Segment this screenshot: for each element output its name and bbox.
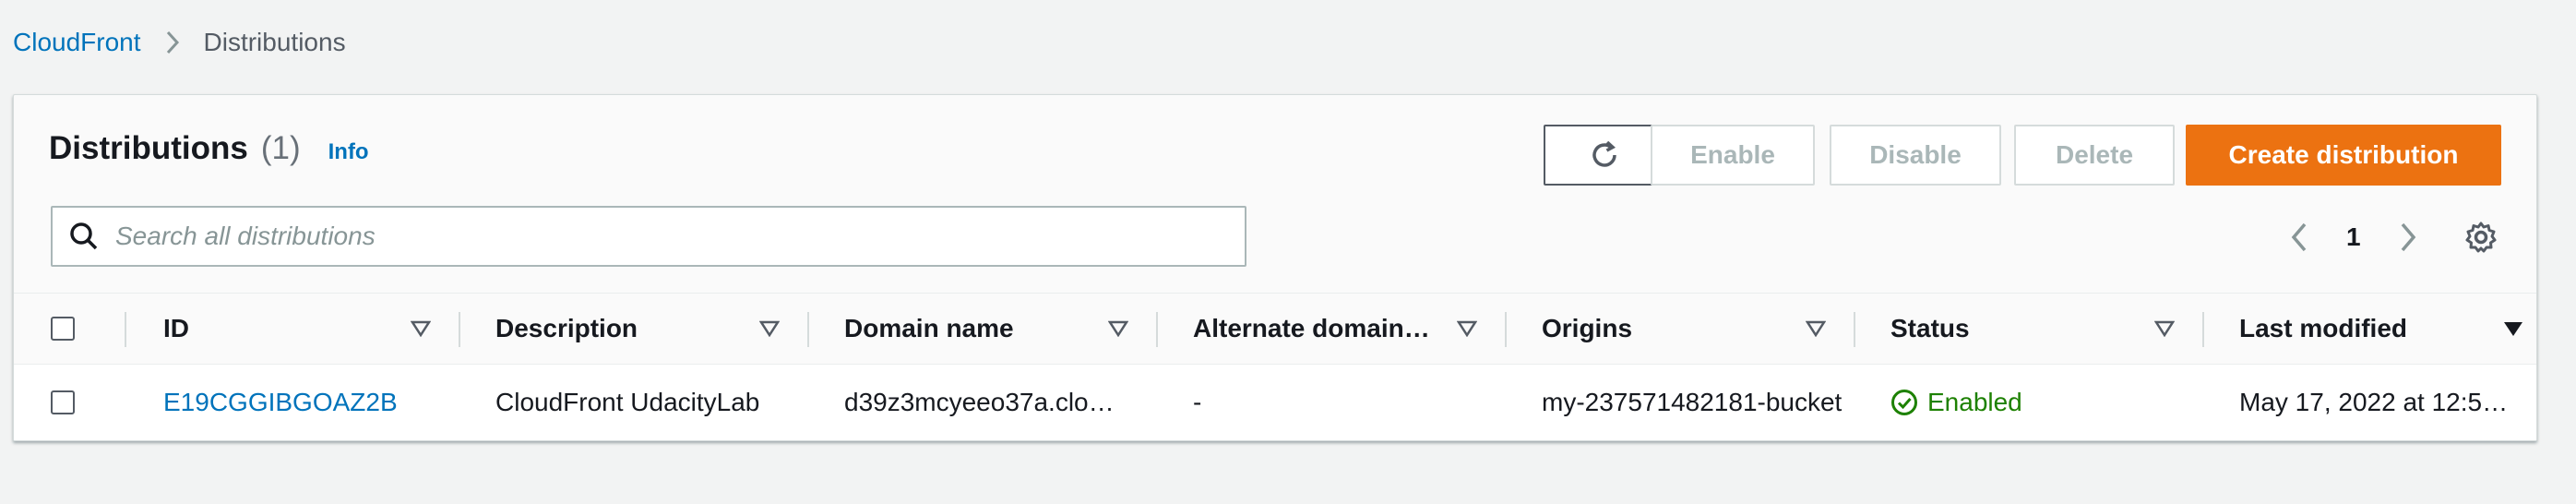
column-divider	[125, 312, 126, 347]
table-header: ID Description Domain name Alternate dom…	[14, 293, 2536, 365]
cell-origins: my-237571482181-bucket	[1542, 388, 1843, 416]
column-divider	[1505, 312, 1507, 347]
column-header-origins[interactable]: Origins	[1542, 294, 1632, 364]
select-all-checkbox[interactable]	[51, 317, 75, 341]
check-circle-icon	[1891, 390, 1917, 415]
search-input[interactable]	[115, 222, 1204, 251]
table-settings-button[interactable]	[2464, 211, 2498, 263]
column-header-status[interactable]: Status	[1890, 294, 1970, 364]
distributions-panel: Distributions (1) Info Enable Disable De…	[13, 94, 2537, 441]
table-row[interactable]: E19CGGIBGOAZ2B CloudFront UdacityLab d39…	[14, 365, 2536, 440]
column-divider	[807, 312, 809, 347]
info-link[interactable]: Info	[328, 139, 369, 165]
sort-icon[interactable]	[2154, 294, 2175, 364]
page-title: Distributions	[49, 130, 248, 166]
column-header-alternate-domain[interactable]: Alternate domain…	[1193, 294, 1430, 364]
search-box	[51, 206, 1246, 267]
gear-icon	[2465, 222, 2497, 253]
panel-header: Distributions (1) Info	[49, 130, 369, 176]
next-page-button[interactable]	[2398, 211, 2418, 263]
cell-alternate-domain: -	[1193, 388, 1202, 416]
cell-domain-name: d39z3mcyeeo37a.clo…	[844, 388, 1115, 416]
chevron-right-icon	[160, 30, 185, 55]
column-header-last-modified[interactable]: Last modified	[2239, 294, 2407, 364]
breadcrumb-cloudfront-link[interactable]: CloudFront	[13, 28, 141, 57]
sort-descending-icon[interactable]	[2503, 294, 2523, 364]
disable-button[interactable]: Disable	[1830, 125, 2001, 186]
status-badge: Enabled	[1890, 365, 2195, 440]
breadcrumb: CloudFront Distributions	[13, 24, 346, 61]
column-divider	[1156, 312, 1158, 347]
sort-icon[interactable]	[1806, 294, 1826, 364]
distribution-count: (1)	[260, 130, 301, 166]
column-divider	[2202, 312, 2204, 347]
cell-last-modified: May 17, 2022 at 12:5…	[2239, 388, 2509, 416]
chevron-right-icon	[2401, 222, 2416, 252]
refresh-button[interactable]	[1544, 125, 1665, 186]
sort-icon[interactable]	[759, 294, 780, 364]
delete-button[interactable]: Delete	[2014, 125, 2175, 186]
chevron-left-icon	[2291, 222, 2307, 252]
create-distribution-button[interactable]: Create distribution	[2186, 125, 2501, 186]
distribution-id-link[interactable]: E19CGGIBGOAZ2B	[163, 365, 440, 440]
column-header-description[interactable]: Description	[495, 294, 638, 364]
column-divider	[459, 312, 460, 347]
row-select-checkbox[interactable]	[51, 390, 75, 414]
breadcrumb-current: Distributions	[203, 28, 346, 56]
page-number[interactable]: 1	[2346, 211, 2361, 263]
sort-icon[interactable]	[1108, 294, 1128, 364]
status-text: Enabled	[1927, 388, 2022, 416]
search-icon	[70, 222, 98, 250]
sort-icon[interactable]	[1457, 294, 1477, 364]
column-divider	[1854, 312, 1855, 347]
sort-icon[interactable]	[411, 294, 431, 364]
refresh-icon	[1592, 140, 1616, 167]
column-header-domain-name[interactable]: Domain name	[844, 294, 1014, 364]
previous-page-button[interactable]	[2289, 211, 2309, 263]
cell-description: CloudFront UdacityLab	[495, 388, 760, 416]
enable-button[interactable]: Enable	[1651, 125, 1815, 186]
column-header-id[interactable]: ID	[163, 294, 189, 364]
